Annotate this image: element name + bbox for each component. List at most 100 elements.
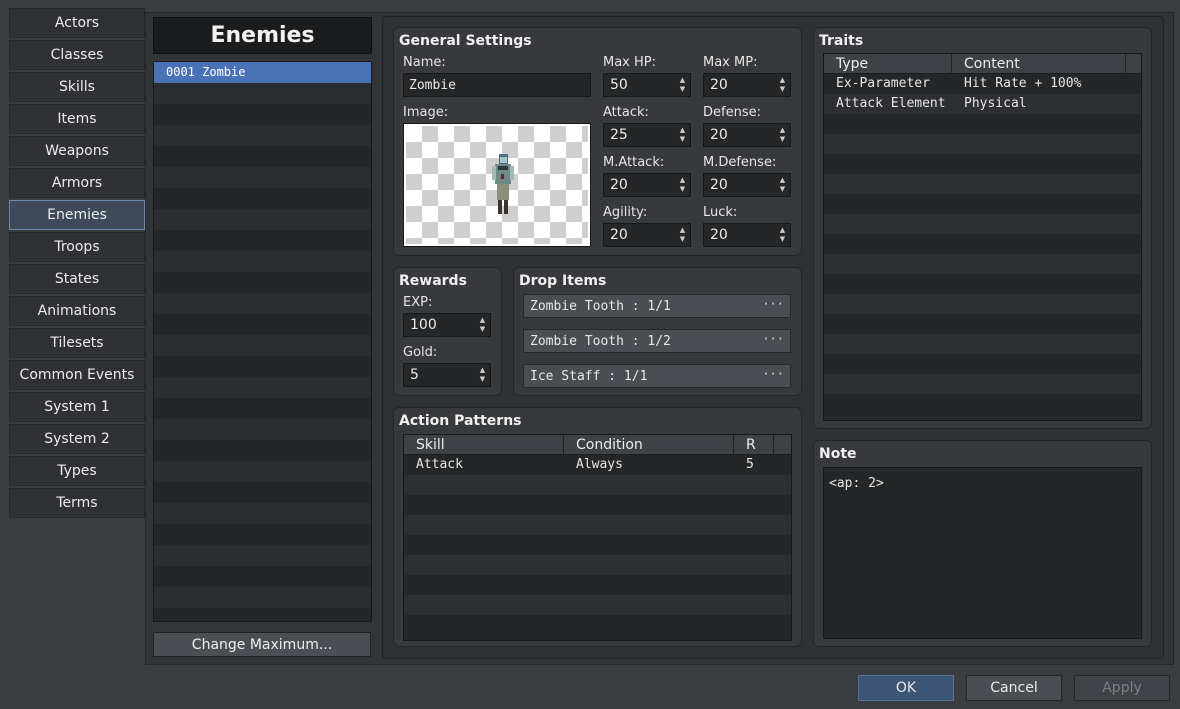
spinner-arrows-icon[interactable]: ▲ ▼ bbox=[678, 126, 687, 144]
note-textarea[interactable]: <ap: 2> bbox=[823, 467, 1142, 639]
category-animations[interactable]: Animations bbox=[9, 296, 145, 326]
ok-button[interactable]: OK bbox=[858, 675, 954, 701]
traits-table[interactable]: Type Content Ex-Parameter Hit Rate + 100… bbox=[823, 53, 1142, 421]
max-hp-spinner[interactable]: 50 ▲ ▼ bbox=[603, 73, 691, 97]
category-classes[interactable]: Classes bbox=[9, 40, 145, 70]
header-content[interactable]: Content bbox=[952, 54, 1126, 74]
table-row[interactable] bbox=[824, 314, 1141, 334]
header-r[interactable]: R bbox=[734, 435, 774, 455]
list-item[interactable] bbox=[154, 440, 371, 461]
category-weapons[interactable]: Weapons bbox=[9, 136, 145, 166]
header-type[interactable]: Type bbox=[824, 54, 952, 74]
table-row[interactable] bbox=[404, 475, 791, 495]
list-item[interactable] bbox=[154, 230, 371, 251]
spinner-arrows-icon[interactable]: ▲ ▼ bbox=[778, 176, 787, 194]
spinner-arrows-icon[interactable]: ▲ ▼ bbox=[478, 316, 487, 334]
table-row[interactable] bbox=[824, 394, 1141, 414]
table-row[interactable] bbox=[404, 535, 791, 555]
list-item[interactable] bbox=[154, 398, 371, 419]
list-item[interactable] bbox=[154, 167, 371, 188]
name-input[interactable]: Zombie bbox=[403, 73, 591, 97]
spinner-arrows-icon[interactable]: ▲ ▼ bbox=[778, 76, 787, 94]
list-item[interactable] bbox=[154, 503, 371, 524]
table-row[interactable] bbox=[404, 595, 791, 615]
list-item[interactable] bbox=[154, 293, 371, 314]
category-states[interactable]: States bbox=[9, 264, 145, 294]
defense-spinner[interactable]: 20 ▲ ▼ bbox=[703, 123, 791, 147]
category-terms[interactable]: Terms bbox=[9, 488, 145, 518]
category-actors[interactable]: Actors bbox=[9, 8, 145, 38]
category-items[interactable]: Items bbox=[9, 104, 145, 134]
spinner-arrows-icon[interactable]: ▲ ▼ bbox=[778, 226, 787, 244]
table-row[interactable] bbox=[404, 495, 791, 515]
table-row[interactable] bbox=[824, 134, 1141, 154]
table-row[interactable] bbox=[824, 334, 1141, 354]
enemy-image-preview[interactable] bbox=[403, 123, 591, 247]
mattack-spinner[interactable]: 20 ▲ ▼ bbox=[603, 173, 691, 197]
enemy-list[interactable]: 0001 Zombie bbox=[153, 61, 372, 622]
table-row[interactable] bbox=[824, 374, 1141, 394]
table-row[interactable]: Attack Always 5 bbox=[404, 455, 791, 475]
category-enemies[interactable]: Enemies bbox=[9, 200, 145, 230]
list-item[interactable] bbox=[154, 608, 371, 621]
table-row[interactable] bbox=[824, 254, 1141, 274]
drop-item-1-button[interactable]: Zombie Tooth : 1/1 ··· bbox=[523, 294, 791, 318]
list-item[interactable] bbox=[154, 146, 371, 167]
list-item[interactable] bbox=[154, 251, 371, 272]
category-tilesets[interactable]: Tilesets bbox=[9, 328, 145, 358]
drop-item-3-button[interactable]: Ice Staff : 1/1 ··· bbox=[523, 364, 791, 388]
header-condition[interactable]: Condition bbox=[564, 435, 734, 455]
list-item[interactable] bbox=[154, 335, 371, 356]
category-skills[interactable]: Skills bbox=[9, 72, 145, 102]
category-system-1[interactable]: System 1 bbox=[9, 392, 145, 422]
list-item[interactable] bbox=[154, 125, 371, 146]
table-row[interactable] bbox=[824, 214, 1141, 234]
apply-button[interactable]: Apply bbox=[1074, 675, 1170, 701]
spinner-arrows-icon[interactable]: ▲ ▼ bbox=[478, 366, 487, 384]
table-row[interactable] bbox=[824, 294, 1141, 314]
cancel-button[interactable]: Cancel bbox=[966, 675, 1062, 701]
category-system-2[interactable]: System 2 bbox=[9, 424, 145, 454]
list-item[interactable] bbox=[154, 356, 371, 377]
table-row[interactable] bbox=[824, 234, 1141, 254]
table-row[interactable] bbox=[824, 114, 1141, 134]
exp-spinner[interactable]: 100 ▲ ▼ bbox=[403, 313, 491, 337]
table-row[interactable] bbox=[404, 575, 791, 595]
spinner-arrows-icon[interactable]: ▲ ▼ bbox=[778, 126, 787, 144]
list-item[interactable] bbox=[154, 524, 371, 545]
table-row[interactable] bbox=[824, 194, 1141, 214]
table-row[interactable] bbox=[404, 555, 791, 575]
list-item[interactable] bbox=[154, 461, 371, 482]
table-row[interactable] bbox=[824, 174, 1141, 194]
table-row[interactable] bbox=[824, 274, 1141, 294]
category-types[interactable]: Types bbox=[9, 456, 145, 486]
attack-spinner[interactable]: 25 ▲ ▼ bbox=[603, 123, 691, 147]
table-row[interactable] bbox=[404, 615, 791, 635]
list-item-selected[interactable]: 0001 Zombie bbox=[154, 62, 371, 83]
max-mp-spinner[interactable]: 20 ▲ ▼ bbox=[703, 73, 791, 97]
mdefense-spinner[interactable]: 20 ▲ ▼ bbox=[703, 173, 791, 197]
list-item[interactable] bbox=[154, 587, 371, 608]
table-row[interactable] bbox=[404, 515, 791, 535]
table-row[interactable] bbox=[824, 154, 1141, 174]
list-item[interactable] bbox=[154, 188, 371, 209]
table-row[interactable] bbox=[824, 354, 1141, 374]
change-maximum-button[interactable]: Change Maximum... bbox=[153, 632, 371, 657]
header-skill[interactable]: Skill bbox=[404, 435, 564, 455]
action-patterns-table[interactable]: Skill Condition R Attack Always 5 bbox=[403, 434, 792, 641]
list-item[interactable] bbox=[154, 566, 371, 587]
drop-item-2-button[interactable]: Zombie Tooth : 1/2 ··· bbox=[523, 329, 791, 353]
list-item[interactable] bbox=[154, 419, 371, 440]
category-troops[interactable]: Troops bbox=[9, 232, 145, 262]
category-armors[interactable]: Armors bbox=[9, 168, 145, 198]
agility-spinner[interactable]: 20 ▲ ▼ bbox=[603, 223, 691, 247]
list-item[interactable] bbox=[154, 545, 371, 566]
luck-spinner[interactable]: 20 ▲ ▼ bbox=[703, 223, 791, 247]
list-item[interactable] bbox=[154, 482, 371, 503]
list-item[interactable] bbox=[154, 272, 371, 293]
list-item[interactable] bbox=[154, 377, 371, 398]
spinner-arrows-icon[interactable]: ▲ ▼ bbox=[678, 176, 687, 194]
spinner-arrows-icon[interactable]: ▲ ▼ bbox=[678, 76, 687, 94]
table-row[interactable]: Ex-Parameter Hit Rate + 100% bbox=[824, 74, 1141, 94]
list-item[interactable] bbox=[154, 83, 371, 104]
